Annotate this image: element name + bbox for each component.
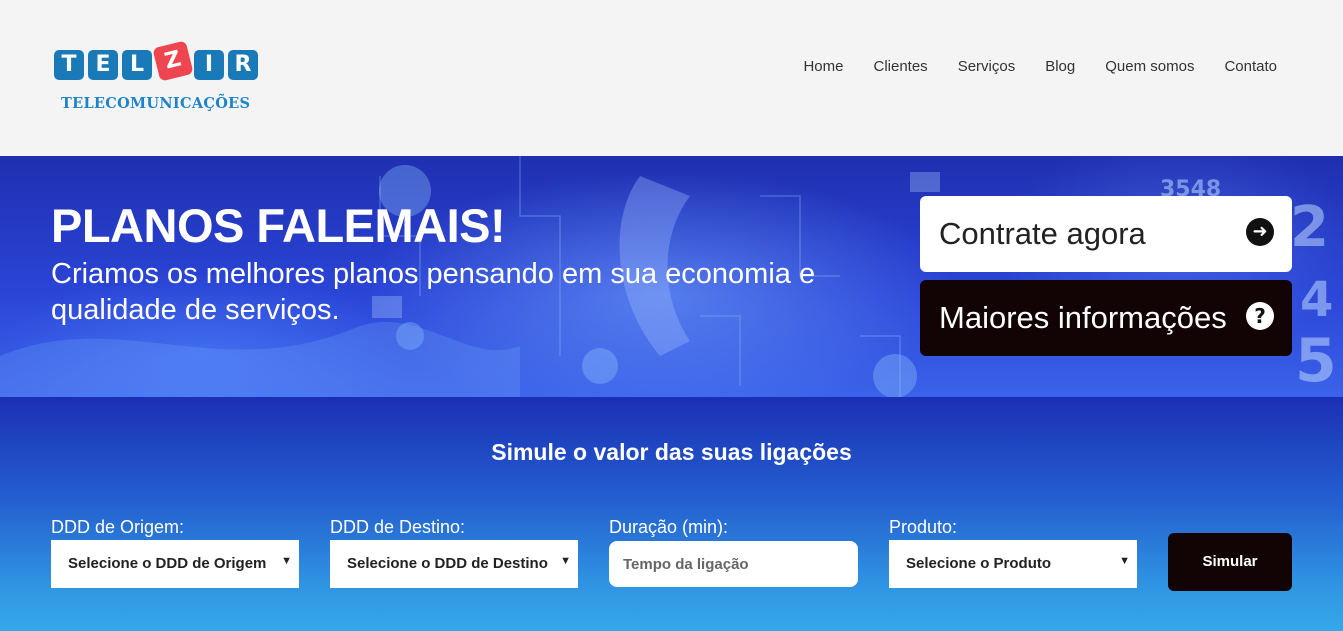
hero-title: PLANOS FALEMAIS! xyxy=(51,199,506,252)
question-circle-icon: ? xyxy=(1246,302,1274,330)
nav-contato[interactable]: Contato xyxy=(1224,58,1277,75)
arrow-right-circle-icon: ➜ xyxy=(1246,218,1274,246)
destination-ddd-value: Selecione o DDD de Destino xyxy=(347,555,548,572)
product-select[interactable]: Selecione o Produto ▼ xyxy=(889,540,1137,588)
site-header: T E L Z I R TELECOMUNICAÇÕES Home Client… xyxy=(0,0,1343,156)
destination-label: DDD de Destino: xyxy=(330,517,466,537)
simular-button[interactable]: Simular xyxy=(1168,533,1292,591)
logo-letter: I xyxy=(194,50,224,80)
duration-input[interactable]: Tempo da ligação xyxy=(609,541,858,587)
maiores-informacoes-button[interactable]: Maiores informações ? xyxy=(920,280,1292,356)
svg-text:2: 2 xyxy=(1290,195,1329,260)
origin-label: DDD de Origem: xyxy=(51,517,185,537)
nav-blog[interactable]: Blog xyxy=(1045,58,1075,75)
origin-ddd-value: Selecione o DDD de Origem xyxy=(68,555,267,572)
simulator-title: Simule o valor das suas ligações xyxy=(491,439,852,465)
hero-subtitle: Criamos os melhores planos pensando em s… xyxy=(51,258,816,326)
svg-text:5: 5 xyxy=(1295,326,1337,396)
main-nav: Home Clientes Serviços Blog Quem somos C… xyxy=(803,58,1277,75)
maiores-informacoes-label: Maiores informações xyxy=(939,300,1227,335)
logo-letter: E xyxy=(88,50,118,80)
call-simulator: Simule o valor das suas ligações DDD de … xyxy=(0,397,1343,631)
contrate-agora-button[interactable]: Contrate agora ➜ xyxy=(920,196,1292,272)
duration-label: Duração (min): xyxy=(609,517,729,537)
nav-clientes[interactable]: Clientes xyxy=(873,58,927,75)
caret-down-icon: ▼ xyxy=(281,555,292,567)
hero-banner: 2 4 5 3548 PLANOS FALEMAIS! Criamos os m… xyxy=(0,156,1343,397)
svg-text:4: 4 xyxy=(1300,272,1333,328)
contrate-agora-label: Contrate agora xyxy=(939,216,1146,251)
product-label: Produto: xyxy=(889,517,958,537)
caret-down-icon: ▼ xyxy=(560,555,571,567)
logo-tiles: T E L Z I R xyxy=(54,40,262,82)
product-value: Selecione o Produto xyxy=(906,555,1052,572)
caret-down-icon: ▼ xyxy=(1119,555,1130,567)
nav-quem-somos[interactable]: Quem somos xyxy=(1105,58,1194,75)
logo-subtitle: TELECOMUNICAÇÕES xyxy=(61,95,251,112)
origin-ddd-select[interactable]: Selecione o DDD de Origem ▼ xyxy=(51,540,299,588)
logo-letter: T xyxy=(54,50,84,80)
logo-letter-highlight: Z xyxy=(152,40,194,82)
duration-placeholder: Tempo da ligação xyxy=(623,556,749,573)
nav-servicos[interactable]: Serviços xyxy=(958,58,1016,75)
logo-letter: L xyxy=(122,50,152,80)
destination-ddd-select[interactable]: Selecione o DDD de Destino ▼ xyxy=(330,540,578,588)
nav-home[interactable]: Home xyxy=(803,58,843,75)
simular-label: Simular xyxy=(1202,553,1258,570)
logo-letter: R xyxy=(228,50,258,80)
telzir-logo[interactable]: T E L Z I R TELECOMUNICAÇÕES xyxy=(54,40,274,120)
